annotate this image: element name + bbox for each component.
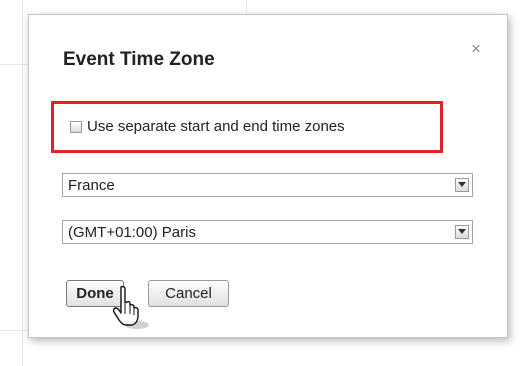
- background-divider: [0, 330, 30, 331]
- event-time-zone-dialog: Event Time Zone × Use separate start and…: [28, 14, 508, 338]
- dropdown-arrow-icon[interactable]: [455, 178, 469, 192]
- separate-time-zones-label[interactable]: Use separate start and end time zones: [87, 118, 345, 135]
- close-button[interactable]: ×: [467, 40, 485, 58]
- timezone-select[interactable]: (GMT+01:00) Paris: [62, 220, 473, 244]
- background-divider: [22, 0, 23, 366]
- cancel-button[interactable]: Cancel: [148, 280, 229, 307]
- dropdown-arrow-icon[interactable]: [455, 225, 469, 239]
- page-background: Event Time Zone × Use separate start and…: [0, 0, 530, 366]
- timezone-select-value: (GMT+01:00) Paris: [68, 224, 196, 241]
- country-select[interactable]: France: [62, 173, 473, 197]
- dropdown-arrow-glyph: [458, 229, 466, 234]
- separate-time-zones-checkbox[interactable]: [70, 121, 82, 133]
- background-divider: [0, 64, 30, 65]
- hand-pointer-icon: [113, 285, 149, 329]
- country-select-value: France: [68, 177, 115, 194]
- highlight-box: Use separate start and end time zones: [51, 101, 443, 153]
- dialog-title: Event Time Zone: [63, 49, 215, 70]
- dropdown-arrow-glyph: [458, 182, 466, 187]
- close-icon[interactable]: ×: [471, 39, 481, 58]
